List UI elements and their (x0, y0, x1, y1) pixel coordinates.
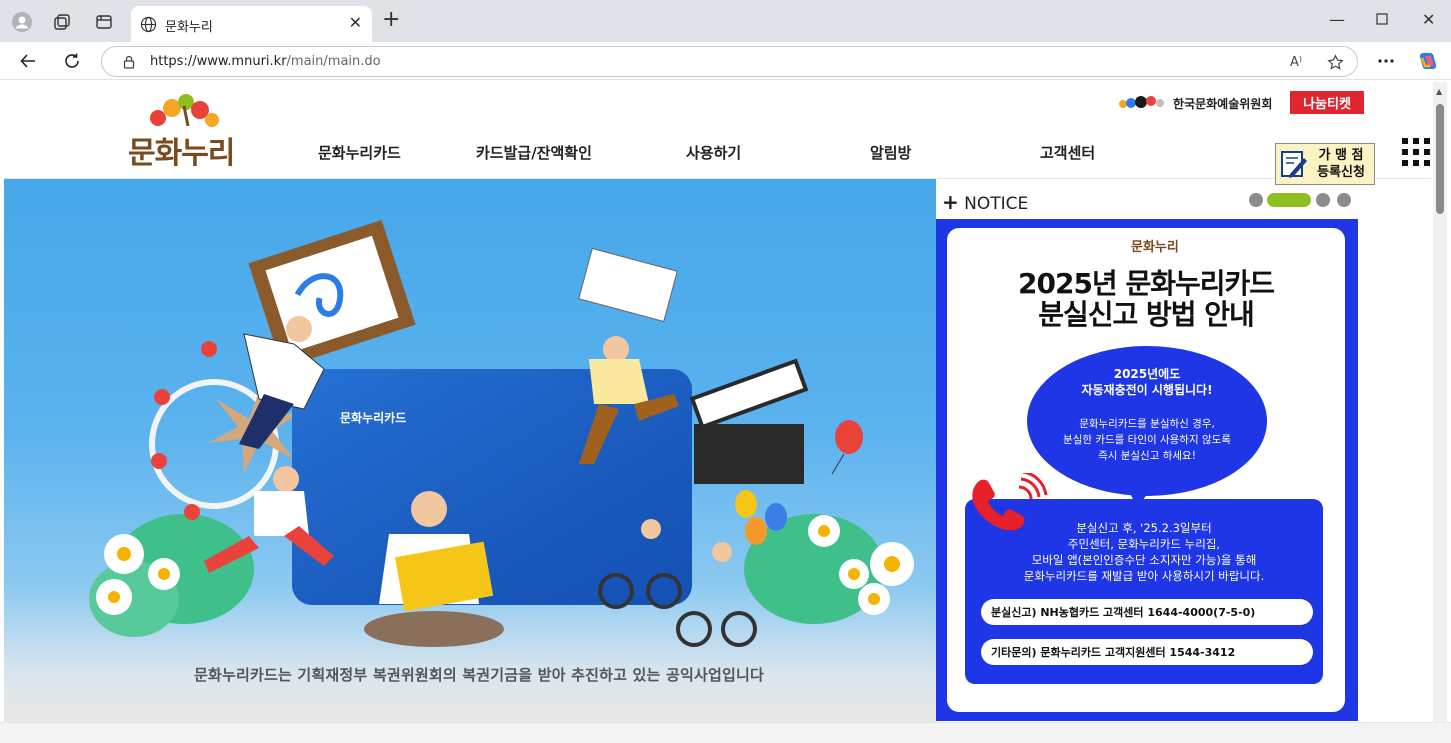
hero-caption: 문화누리카드는 기획재정부 복권위원회의 복권기금을 받아 추진하고 있는 공익… (194, 666, 764, 684)
slide-indicator-4[interactable] (1337, 193, 1351, 207)
nav-usage[interactable]: 사용하기 (686, 142, 741, 163)
site-page: 문화누리 문화누리카드 카드발급/잔액확인 사용하기 알림방 고객센터 한국문화… (4, 82, 1431, 743)
support-center-contact: 기타문의) 문화누리카드 고객지원센터 1544-3412 (981, 639, 1313, 665)
notice-slide[interactable]: 문화누리 2025년 문화누리카드 분실신고 방법 안내 2025년에도 자동재… (936, 219, 1358, 721)
all-menu-grid-icon[interactable] (1402, 138, 1430, 166)
browser-tab[interactable]: 문화누리 ✕ (131, 6, 372, 42)
close-window-icon[interactable]: ✕ (1422, 12, 1435, 28)
minimize-icon[interactable]: — (1329, 12, 1345, 28)
profile-icon[interactable] (11, 11, 33, 33)
hero-illustration (89, 220, 914, 647)
speech-bubble: 2025년에도 자동재충전이 시행됩니다! 문화누리카드를 분실하신 경우, 분… (1027, 346, 1267, 496)
notice-poster: 문화누리 2025년 문화누리카드 분실신고 방법 안내 2025년에도 자동재… (947, 228, 1345, 712)
site-logo[interactable]: 문화누리 (124, 92, 250, 171)
lock-icon[interactable] (118, 51, 140, 73)
address-bar-row: https://www.mnuri.kr/main/main.do A⁾ (0, 42, 1451, 80)
notice-title: 2025년 문화누리카드 분실신고 방법 안내 (1018, 267, 1275, 331)
slide-indicator-1[interactable] (1249, 193, 1263, 207)
copilot-icon[interactable] (1417, 50, 1439, 72)
merchant-register-button[interactable]: 가 맹 점 등록신청 (1275, 143, 1375, 185)
hero-banner[interactable]: 문화누리카드 문화누리카드는 기획재정부 복권위원회의 복권기금을 받아 추진하… (4, 179, 936, 743)
slide-indicator-3[interactable] (1316, 193, 1330, 207)
edit-document-icon (1281, 151, 1307, 178)
nh-card-contact: 분실신고) NH농협카드 고객센터 1644-4000(7-5-0) (981, 599, 1313, 625)
new-tab-button[interactable]: + (382, 9, 400, 31)
globe-icon (137, 13, 159, 35)
scrollbar-thumb[interactable] (1436, 104, 1444, 214)
url-field[interactable]: https://www.mnuri.kr/main/main.do A⁾ (101, 46, 1358, 77)
arko-text: 한국문화예술위원회 (1173, 96, 1273, 111)
favorite-star-icon[interactable] (1324, 51, 1346, 73)
more-options-icon[interactable] (1375, 50, 1397, 72)
logo-text: 문화누리 (128, 136, 235, 171)
tab-title: 문화누리 (165, 20, 213, 35)
nav-card-issue[interactable]: 카드발급/잔액확인 (476, 142, 592, 163)
notice-logo-text: 문화누리 (1131, 240, 1179, 255)
arko-logo-icon (1119, 96, 1164, 108)
nav-customer-center[interactable]: 고객센터 (1040, 142, 1095, 163)
page-scrollbar[interactable]: ▲ (1433, 82, 1447, 722)
browser-tab-bar: 문화누리 ✕ + — ✕ (0, 0, 1451, 42)
slide-indicator-2[interactable] (1267, 193, 1311, 207)
nav-culture-card[interactable]: 문화누리카드 (318, 142, 401, 163)
arko-link[interactable]: 한국문화예술위원회 (1117, 93, 1272, 113)
notice-more-link[interactable]: + NOTICE (942, 190, 1028, 214)
bottom-strip (0, 722, 1451, 743)
tab-actions-icon[interactable] (93, 11, 115, 33)
bubble-body: 문화누리카드를 분실하신 경우, 분실한 카드를 타인이 사용하지 않도록 즉시… (1063, 418, 1231, 462)
workspaces-icon[interactable] (51, 11, 73, 33)
back-arrow-icon[interactable] (17, 50, 39, 72)
maximize-icon[interactable] (1376, 12, 1388, 28)
bubble-headline: 2025년에도 자동재충전이 시행됩니다! (1081, 367, 1213, 397)
read-aloud-icon[interactable]: A⁾ (1285, 51, 1307, 73)
hero-card-label: 문화누리카드 (340, 411, 407, 425)
close-tab-icon[interactable]: ✕ (349, 15, 362, 31)
nanum-ticket-link[interactable]: 나눔티켓 (1290, 91, 1364, 114)
scroll-up-arrow-icon[interactable]: ▲ (1436, 87, 1442, 96)
phone-icon (972, 473, 1048, 531)
notice-header: + NOTICE (936, 179, 1362, 219)
refresh-icon[interactable] (61, 50, 83, 72)
merchant-register-label: 가 맹 점 등록신청 (1317, 148, 1365, 180)
url-text: https://www.mnuri.kr/main/main.do (150, 54, 381, 69)
nav-notice-room[interactable]: 알림방 (870, 142, 911, 163)
